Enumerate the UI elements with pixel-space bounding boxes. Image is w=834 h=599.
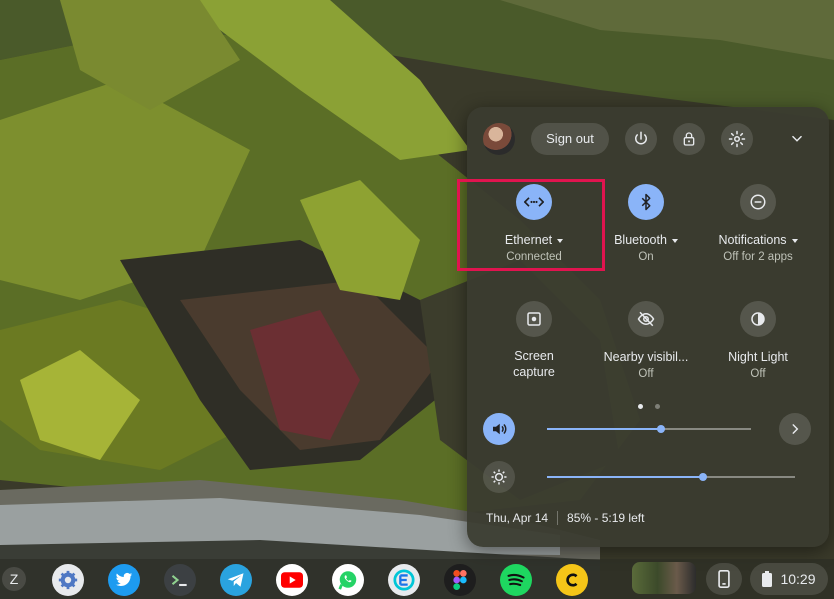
volume-row	[483, 413, 813, 445]
bluetooth-icon	[641, 193, 651, 211]
telegram-app[interactable]	[220, 564, 252, 596]
brightness-knob[interactable]	[699, 473, 708, 481]
night-light-icon	[751, 312, 765, 326]
screen-capture-label: Screen capture	[513, 349, 555, 379]
launcher-button[interactable]: Z	[2, 567, 26, 591]
do-not-disturb-icon	[750, 194, 766, 210]
quick-settings-panel: Sign out Ethernet Connected Bluetooth On…	[467, 107, 829, 547]
night-light-toggle[interactable]	[740, 301, 776, 337]
c-app-icon	[566, 573, 578, 587]
whatsapp-app[interactable]	[332, 564, 364, 596]
page-dot[interactable]	[655, 404, 661, 409]
night-light-tile[interactable]: Night Light Off	[703, 301, 813, 381]
brightness-fill	[547, 476, 704, 478]
terminal-app[interactable]	[164, 564, 196, 596]
caret-down-icon[interactable]	[671, 238, 678, 243]
notifications-tile[interactable]: Notifications Off for 2 apps	[703, 184, 813, 264]
brightness-slider[interactable]	[547, 473, 795, 481]
c-app[interactable]	[556, 564, 588, 596]
telegram-icon	[227, 573, 244, 587]
bluetooth-tile[interactable]: Bluetooth On	[591, 184, 701, 264]
brightness-icon	[491, 469, 507, 485]
chevron-right-icon	[792, 424, 799, 434]
terminal-icon	[171, 575, 187, 587]
clock-label: 10:29	[780, 571, 816, 587]
settings-icon	[58, 570, 78, 590]
notifications-toggle[interactable]	[740, 184, 776, 220]
collapse-button[interactable]	[781, 123, 813, 155]
evernote-app[interactable]	[388, 564, 420, 596]
settings-button[interactable]	[721, 123, 753, 155]
figma-app[interactable]	[444, 564, 476, 596]
brightness-button[interactable]	[483, 461, 515, 493]
whatsapp-icon	[338, 571, 357, 590]
nearby-visibility-status: Off	[638, 368, 654, 380]
status-footer: Thu, Apr 14 85% - 5:19 left	[486, 511, 644, 525]
mute-button[interactable]	[483, 413, 515, 445]
brightness-track-rest	[703, 476, 795, 478]
page-dot-active[interactable]	[638, 404, 643, 409]
battery-icon	[762, 571, 773, 587]
nearby-visibility-label: Nearby visibil...	[603, 350, 689, 364]
youtube-app[interactable]	[276, 564, 308, 596]
figma-icon	[453, 570, 467, 590]
bluetooth-toggle[interactable]	[628, 184, 664, 220]
power-icon	[635, 131, 647, 145]
chevron-down-icon	[792, 135, 802, 142]
youtube-icon	[281, 572, 303, 588]
nearby-visibility-toggle[interactable]	[628, 301, 664, 337]
date-label[interactable]: Thu, Apr 14	[486, 511, 548, 525]
bluetooth-label: Bluetooth	[614, 233, 667, 247]
status-area-button[interactable]: 10:29	[750, 563, 828, 595]
phone-hub-button[interactable]	[706, 563, 742, 595]
audio-settings-button[interactable]	[779, 413, 811, 445]
screen-capture-toggle[interactable]	[516, 301, 552, 337]
gear-icon	[728, 130, 746, 148]
night-light-label: Night Light	[728, 350, 788, 364]
settings-app[interactable]	[52, 564, 84, 596]
caret-down-icon[interactable]	[791, 238, 798, 243]
volume-knob[interactable]	[657, 425, 666, 433]
spotify-icon	[507, 573, 525, 587]
volume-track-rest	[661, 428, 751, 430]
notifications-status: Off for 2 apps	[723, 251, 793, 263]
page-indicator	[634, 396, 664, 414]
holding-space-thumbnail[interactable]	[632, 562, 696, 594]
evernote-icon	[393, 569, 415, 591]
night-light-status: Off	[750, 368, 766, 380]
twitter-icon	[115, 572, 133, 587]
screen-capture-icon	[527, 312, 541, 326]
spotify-app[interactable]	[500, 564, 532, 596]
battery-label[interactable]: 85% - 5:19 left	[567, 511, 644, 525]
lock-icon	[683, 132, 695, 146]
screen-capture-tile[interactable]: Screen capture	[479, 301, 589, 380]
sign-out-button[interactable]: Sign out	[531, 123, 609, 155]
nearby-visibility-tile[interactable]: Nearby visibil... Off	[591, 301, 701, 381]
visibility-off-icon	[637, 311, 655, 327]
brightness-row	[483, 461, 813, 493]
avatar[interactable]	[483, 123, 515, 155]
twitter-app[interactable]	[108, 564, 140, 596]
ethernet-highlight-box	[457, 179, 605, 271]
bluetooth-status: On	[638, 251, 654, 263]
volume-icon	[493, 423, 507, 435]
volume-slider[interactable]	[547, 425, 751, 433]
notifications-label: Notifications	[718, 233, 787, 247]
volume-fill	[547, 428, 662, 430]
divider	[557, 511, 559, 525]
lock-button[interactable]	[673, 123, 705, 155]
phone-icon	[718, 570, 730, 588]
power-button[interactable]	[625, 123, 657, 155]
